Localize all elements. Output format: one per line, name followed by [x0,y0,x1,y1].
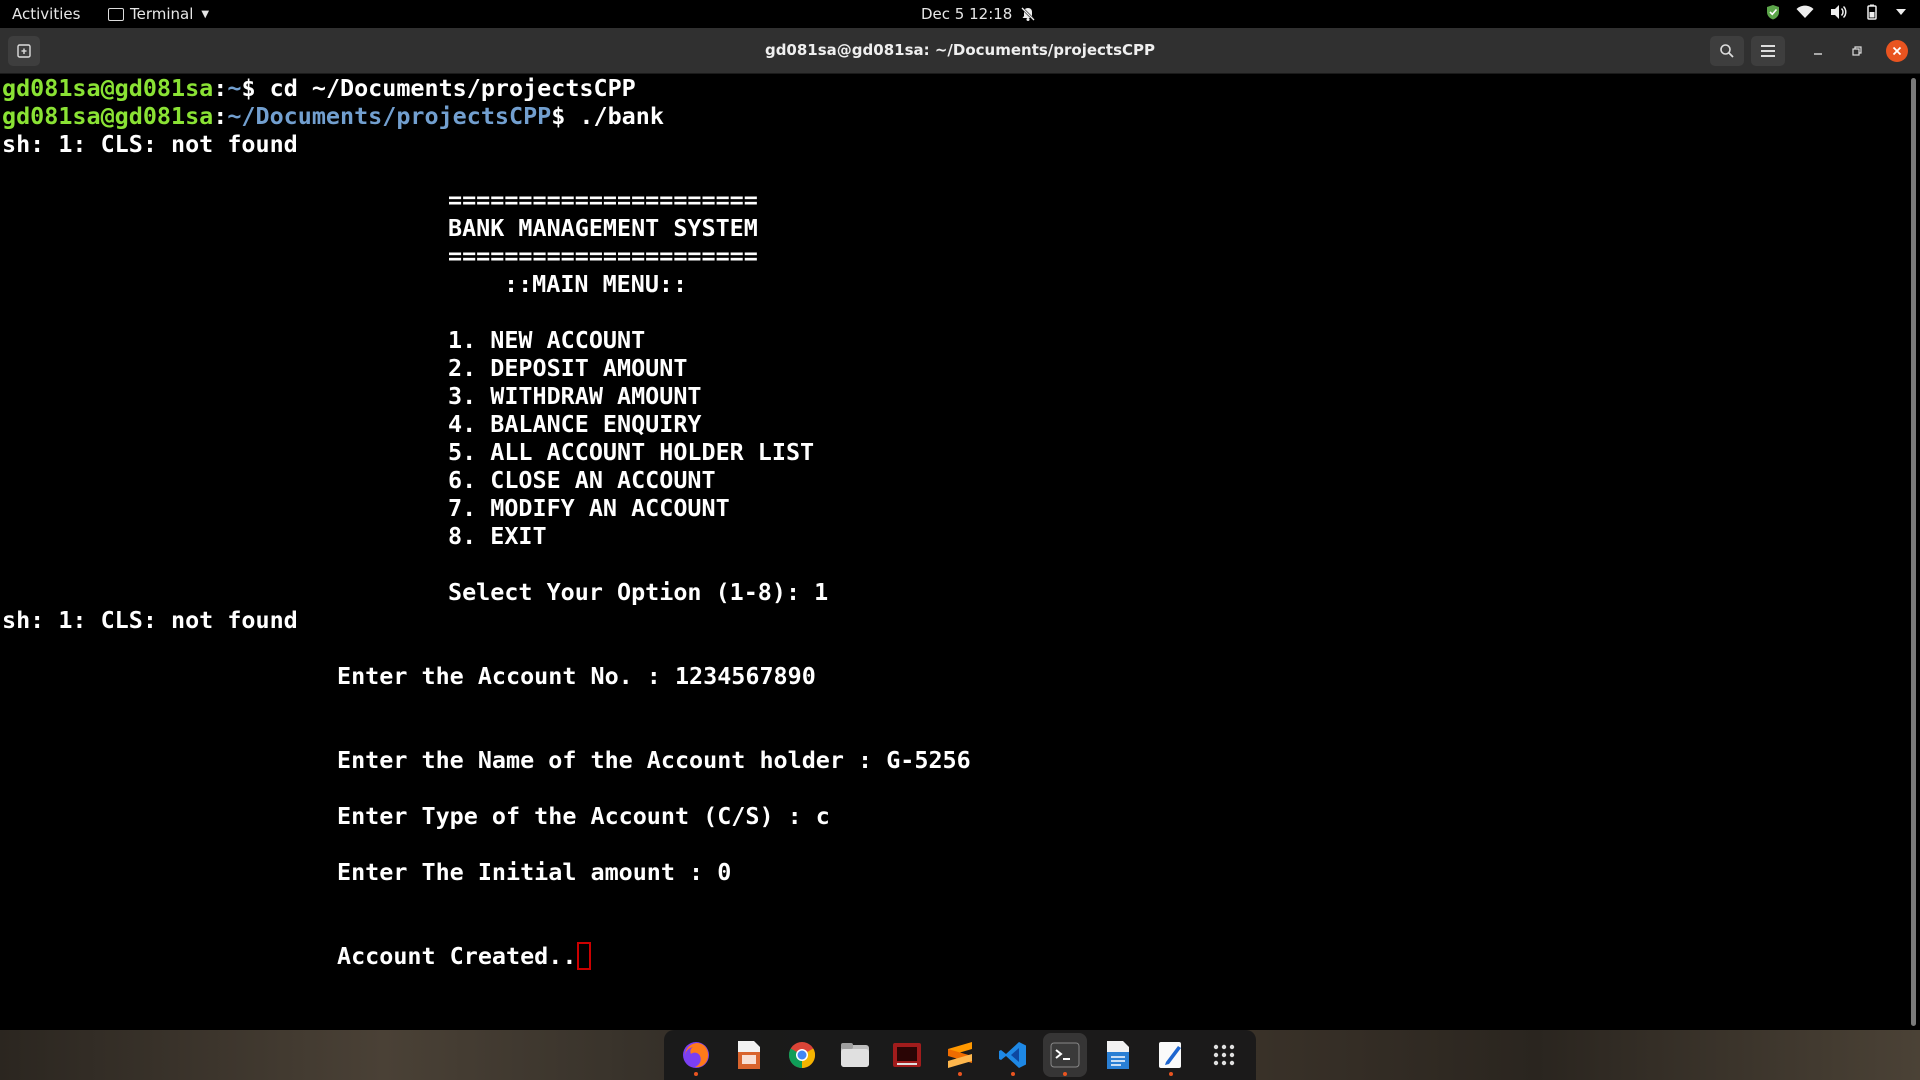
banner-rule-bottom: ====================== [448,242,758,270]
banner-rule-top: ====================== [448,186,758,214]
text-editor-icon [1158,1042,1181,1068]
account-number-line: Enter the Account No. : 1234567890 [337,662,816,690]
running-indicator [1010,1072,1015,1076]
minimize-button[interactable] [1808,41,1828,61]
notifications-off-icon [1021,7,1036,21]
shield-icon[interactable] [1766,4,1780,20]
command-text: cd ~/Documents/projectsCPP [269,74,636,102]
command-text: ./bank [579,102,664,130]
prompt-user: gd081sa@gd081sa [2,74,214,102]
dock [664,1030,1256,1080]
initial-amount-line: Enter The Initial amount : 0 [337,858,732,886]
minimize-icon [1814,53,1822,55]
dock-item-text-editor[interactable] [1149,1033,1193,1077]
account-created-text: Account Created.. [337,942,577,970]
error-line: sh: 1: CLS: not found [2,130,298,158]
menu-item: 4. BALANCE ENQUIRY [448,410,702,438]
menu-item: 8. EXIT [448,522,547,550]
hamburger-menu-icon [1761,45,1775,57]
running-indicator [1168,1072,1173,1076]
account-type-line: Enter Type of the Account (C/S) : c [337,802,830,830]
battery-icon[interactable] [1864,4,1880,20]
terminal-icon [1050,1042,1080,1068]
dock-item-terminal[interactable] [1043,1033,1088,1077]
hamburger-menu-button[interactable] [1751,36,1785,66]
menu-item: 2. DEPOSIT AMOUNT [448,354,688,382]
close-icon [1892,46,1902,56]
prompt-path: ~ [227,74,242,102]
select-option-prompt: Select Your Option (1-8): 1 [448,578,829,606]
prompt-line: gd081sa@gd081sa:~/Documents/projectsCPP$… [2,102,664,130]
show-apps-icon [1213,1044,1234,1066]
menu-item: 7. MODIFY AN ACCOUNT [448,494,730,522]
activities-button[interactable]: Activities [12,5,80,23]
system-tray[interactable] [1766,4,1906,20]
menu-item: 3. WITHDRAW AMOUNT [448,382,702,410]
sublime-text-icon [947,1042,972,1068]
error-line: sh: 1: CLS: not found [2,606,298,634]
menu-item: 6. CLOSE AN ACCOUNT [448,466,716,494]
menu-item: 5. ALL ACCOUNT HOLDER LIST [448,438,815,466]
dock-item-chrome[interactable] [780,1033,824,1077]
dock-item-firefox[interactable] [674,1033,718,1077]
prompt-separator: : [213,102,228,130]
dock-item-files[interactable] [833,1033,877,1077]
search-icon [1720,44,1734,58]
banner-title: BANK MANAGEMENT SYSTEM [448,214,758,242]
terminal-headerbar: gd081sa@gd081sa: ~/Documents/projectsCPP [0,28,1920,74]
files-icon [840,1043,869,1067]
prompt-symbol: $ [241,74,270,102]
dock-item-sublime[interactable] [938,1033,982,1077]
libreoffice-impress-icon [738,1041,761,1069]
chevron-down-icon: ▼ [201,8,210,20]
dock-item-media-player[interactable] [885,1033,929,1077]
firefox-icon [683,1042,710,1068]
vscode-icon [998,1042,1026,1068]
menu-title: ::MAIN MENU:: [504,270,688,298]
dock-item-vscode[interactable] [991,1033,1035,1077]
prompt-separator: : [213,74,228,102]
dock-item-impress[interactable] [727,1033,771,1077]
prompt-path: ~/Documents/projectsCPP [227,102,552,130]
restore-icon [1852,46,1862,56]
account-created-line: Account Created.. [337,942,592,970]
system-menu-chevron-icon[interactable] [1896,8,1906,16]
menu-item: 1. NEW ACCOUNT [448,326,646,354]
dock-item-show-apps[interactable] [1202,1033,1246,1077]
clock-label: Dec 5 12:18 [921,5,1013,23]
close-button[interactable] [1886,40,1908,62]
clock[interactable]: Dec 5 12:18 [921,5,1036,23]
running-indicator [694,1072,699,1076]
prompt-user: gd081sa@gd081sa [2,102,214,130]
running-indicator [1063,1072,1068,1076]
scrollbar-thumb[interactable] [1911,78,1916,1026]
libreoffice-writer-icon [1107,1041,1130,1069]
chrome-icon [788,1042,815,1069]
wifi-icon[interactable] [1796,5,1814,19]
volume-icon[interactable] [1830,4,1848,20]
terminal-app-icon [108,7,124,21]
window-title: gd081sa@gd081sa: ~/Documents/projectsCPP [764,41,1156,59]
terminal-output[interactable]: gd081sa@gd081sa:~$ cd ~/Documents/projec… [0,74,1908,1030]
search-button[interactable] [1710,36,1744,66]
top-bar: Activities Terminal ▼ Dec 5 12:18 [0,0,1920,28]
terminal-scrollbar[interactable] [1908,74,1920,1030]
app-menu[interactable]: Terminal ▼ [108,5,209,23]
text-cursor [577,942,592,970]
app-menu-label: Terminal [130,5,194,23]
account-name-line: Enter the Name of the Account holder : G… [337,746,971,774]
running-indicator [957,1072,962,1076]
prompt-line: gd081sa@gd081sa:~$ cd ~/Documents/projec… [2,74,636,102]
restore-button[interactable] [1847,41,1867,61]
prompt-symbol: $ [551,102,580,130]
dock-item-writer[interactable] [1096,1033,1140,1077]
media-player-icon [893,1043,922,1067]
